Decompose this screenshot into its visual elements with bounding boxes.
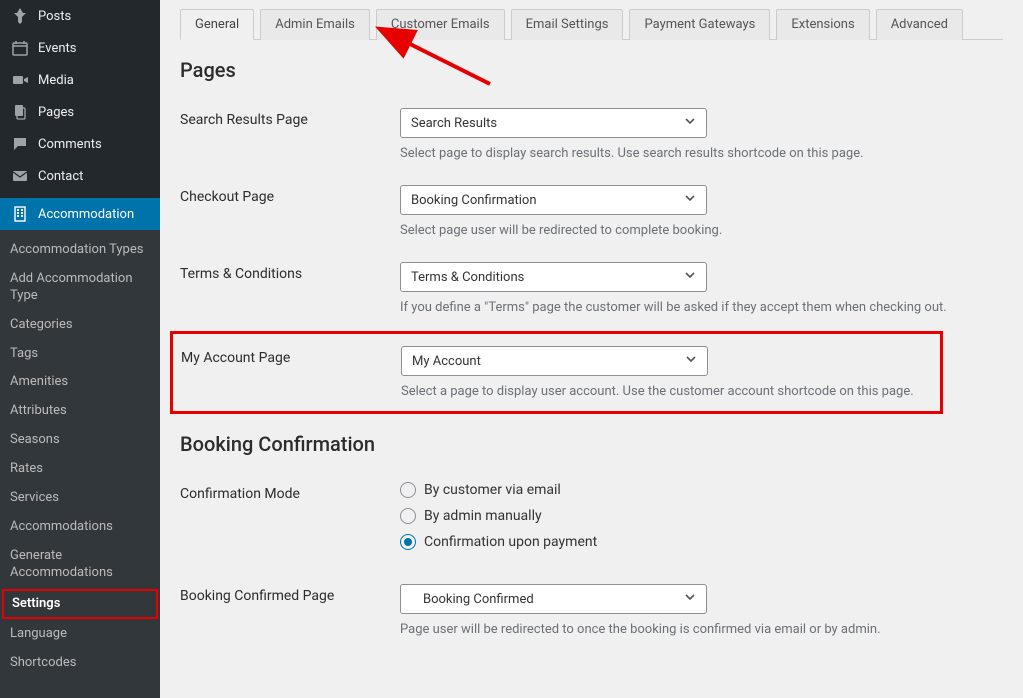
tab-extensions[interactable]: Extensions	[776, 9, 869, 40]
sidebar-item-pages[interactable]: Pages	[0, 96, 160, 128]
label-checkout: Checkout Page	[180, 185, 400, 238]
submenu-item-accommodation-types[interactable]: Accommodation Types	[0, 236, 160, 265]
media-icon	[10, 72, 30, 88]
select-value: Booking Confirmation	[411, 193, 537, 208]
chevron-down-icon	[684, 115, 696, 131]
radio-dot-icon	[400, 534, 416, 550]
select-my-account-page[interactable]: My Account	[401, 346, 708, 376]
sidebar-label: Posts	[38, 9, 71, 24]
radio-label: By admin manually	[424, 508, 542, 524]
submenu-item-attributes[interactable]: Attributes	[0, 397, 160, 426]
select-search-results-page[interactable]: Search Results	[400, 108, 707, 138]
annotation-highlight-box: My Account Page My Account Select a page…	[170, 331, 943, 414]
sidebar-label: Comments	[38, 137, 102, 152]
radio-label: By customer via email	[424, 482, 561, 498]
tab-admin-emails[interactable]: Admin Emails	[260, 9, 370, 40]
radio-dot-icon	[400, 482, 416, 498]
row-my-account-page: My Account Page My Account Select a page…	[181, 346, 932, 399]
submenu-item-language[interactable]: Language	[0, 620, 160, 649]
select-value: My Account	[412, 354, 481, 369]
chevron-down-icon	[684, 192, 696, 208]
row-search-results-page: Search Results Page Search Results Selec…	[180, 96, 1003, 173]
tab-general[interactable]: General	[180, 9, 254, 40]
select-terms-page[interactable]: Terms & Conditions	[400, 262, 707, 292]
help-checkout: Select page user will be redirected to c…	[400, 223, 1003, 238]
comment-icon	[10, 136, 30, 152]
submenu-item-seasons[interactable]: Seasons	[0, 426, 160, 455]
mail-icon	[10, 168, 30, 184]
settings-content: General Admin Emails Customer Emails Ema…	[160, 0, 1023, 698]
sidebar-item-contact[interactable]: Contact	[0, 160, 160, 192]
sidebar-item-posts[interactable]: Posts	[0, 0, 160, 32]
sidebar-label: Pages	[38, 105, 74, 120]
radio-dot-icon	[400, 508, 416, 524]
sidebar-label: Events	[38, 41, 76, 56]
select-checkout-page[interactable]: Booking Confirmation	[400, 185, 707, 215]
label-terms: Terms & Conditions	[180, 262, 400, 315]
tab-customer-emails[interactable]: Customer Emails	[376, 9, 505, 40]
submenu-item-accommodations[interactable]: Accommodations	[0, 513, 160, 542]
building-icon	[10, 206, 30, 222]
label-confirmation-mode: Confirmation Mode	[180, 482, 400, 560]
sidebar-item-comments[interactable]: Comments	[0, 128, 160, 160]
chevron-down-icon	[684, 591, 696, 607]
submenu-item-rates[interactable]: Rates	[0, 455, 160, 484]
pin-icon	[10, 8, 30, 24]
tab-advanced[interactable]: Advanced	[876, 9, 963, 40]
label-my-account: My Account Page	[181, 346, 401, 399]
help-booking-confirmed: Page user will be redirected to once the…	[400, 622, 1003, 637]
accommodation-submenu: Accommodation Types Add Accommodation Ty…	[0, 230, 160, 698]
sidebar-item-media[interactable]: Media	[0, 64, 160, 96]
submenu-item-amenities[interactable]: Amenities	[0, 368, 160, 397]
sidebar-label: Media	[38, 73, 74, 88]
submenu-item-add-accommodation-type[interactable]: Add Accommodation Type	[0, 265, 160, 311]
select-value: Terms & Conditions	[411, 270, 524, 285]
chevron-down-icon	[685, 353, 697, 369]
admin-sidebar: Posts Events Media Pages Comments	[0, 0, 160, 698]
help-my-account: Select a page to display user account. U…	[401, 384, 932, 399]
label-search-results: Search Results Page	[180, 108, 400, 161]
tab-email-settings[interactable]: Email Settings	[511, 9, 624, 40]
submenu-item-services[interactable]: Services	[0, 484, 160, 513]
section-title-booking-confirmation: Booking Confirmation	[180, 432, 1003, 456]
radio-upon-payment[interactable]: Confirmation upon payment	[400, 534, 1003, 550]
submenu-item-categories[interactable]: Categories	[0, 311, 160, 340]
select-value: Search Results	[411, 116, 497, 131]
submenu-item-settings[interactable]: Settings	[2, 589, 158, 620]
section-title-pages: Pages	[180, 58, 1003, 82]
calendar-icon	[10, 40, 30, 56]
chevron-down-icon	[684, 269, 696, 285]
settings-tabs: General Admin Emails Customer Emails Ema…	[180, 8, 1003, 40]
row-terms: Terms & Conditions Terms & Conditions If…	[180, 250, 1003, 327]
sidebar-label: Accommodation	[38, 207, 134, 222]
radio-admin-manual[interactable]: By admin manually	[400, 508, 1003, 524]
submenu-item-shortcodes[interactable]: Shortcodes	[0, 649, 160, 678]
help-terms: If you define a "Terms" page the custome…	[400, 300, 1003, 315]
label-booking-confirmed: Booking Confirmed Page	[180, 584, 400, 637]
select-value: Booking Confirmed	[411, 592, 534, 607]
submenu-item-tags[interactable]: Tags	[0, 340, 160, 369]
sidebar-item-accommodation[interactable]: Accommodation	[0, 198, 160, 230]
sidebar-label: Contact	[38, 169, 83, 184]
radio-label: Confirmation upon payment	[424, 534, 597, 550]
row-confirmation-mode: Confirmation Mode By customer via email …	[180, 470, 1003, 572]
row-checkout-page: Checkout Page Booking Confirmation Selec…	[180, 173, 1003, 250]
radio-customer-email[interactable]: By customer via email	[400, 482, 1003, 498]
help-search-results: Select page to display search results. U…	[400, 146, 1003, 161]
tab-payment-gateways[interactable]: Payment Gateways	[629, 9, 770, 40]
sidebar-item-events[interactable]: Events	[0, 32, 160, 64]
pages-icon	[10, 104, 30, 120]
select-booking-confirmed-page[interactable]: Booking Confirmed	[400, 584, 707, 614]
row-booking-confirmed-page: Booking Confirmed Page Booking Confirmed…	[180, 572, 1003, 649]
submenu-item-generate-accommodations[interactable]: Generate Accommodations	[0, 542, 160, 588]
